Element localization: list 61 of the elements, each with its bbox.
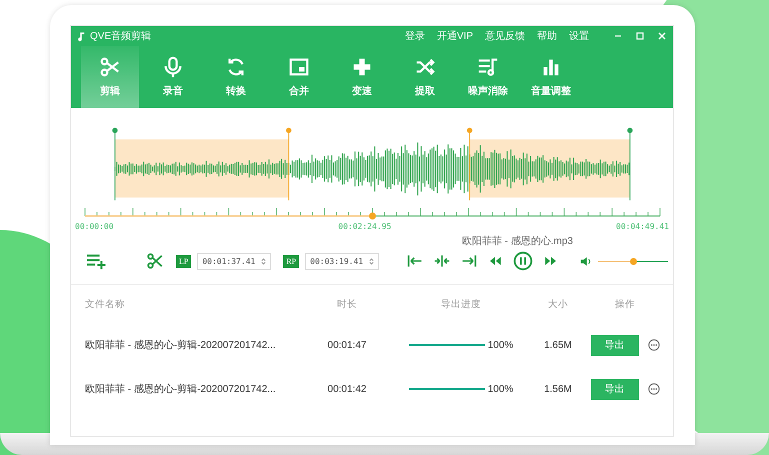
tool-tab[interactable]: 提取 bbox=[396, 46, 454, 108]
menu-link[interactable]: 帮助 bbox=[537, 29, 557, 43]
scissors-icon bbox=[99, 56, 121, 78]
progress-percent: 100% bbox=[488, 384, 514, 394]
time-input[interactable]: 00:03:19.41 bbox=[305, 252, 380, 270]
shuffle-icon bbox=[414, 56, 436, 78]
fast-forward-icon[interactable] bbox=[544, 256, 558, 266]
menu-link[interactable]: 设置 bbox=[569, 29, 589, 43]
rewind-icon[interactable] bbox=[488, 256, 502, 266]
more-options-icon[interactable] bbox=[648, 339, 660, 351]
tool-tab[interactable]: 噪声消除 bbox=[459, 46, 517, 108]
close-icon[interactable] bbox=[657, 31, 667, 41]
tool-tab[interactable]: 剪辑 bbox=[81, 46, 139, 108]
time-label: 00:04:49.41 bbox=[616, 222, 669, 231]
jump-to-start-icon[interactable] bbox=[407, 254, 424, 268]
more-options-icon[interactable] bbox=[648, 383, 660, 395]
column-header: 操作 bbox=[614, 298, 636, 310]
export-button[interactable]: 导出 bbox=[590, 334, 638, 356]
menu-link[interactable]: 登录 bbox=[404, 29, 425, 43]
file-name-cell-text: 欧阳菲菲 - 感恩的心-剪辑-202007201742... bbox=[85, 382, 277, 396]
rp-badge: RP bbox=[283, 254, 300, 268]
time-label: 00:02:24.95 bbox=[338, 222, 392, 231]
menu-link[interactable]: 开通VIP bbox=[436, 29, 473, 43]
duration-cell-text: 00:01:47 bbox=[326, 340, 368, 350]
tool-tab[interactable]: 变速 bbox=[333, 46, 391, 108]
music-note-icon bbox=[77, 30, 85, 42]
column-header: 文件名称 bbox=[85, 298, 126, 310]
jump-to-end-icon[interactable] bbox=[461, 254, 478, 268]
playlist-note-icon bbox=[477, 56, 499, 78]
spinner-icon[interactable] bbox=[261, 256, 266, 266]
tool-tab[interactable]: 音量调整 bbox=[522, 46, 580, 108]
volume-icon[interactable] bbox=[580, 256, 592, 266]
time-input[interactable]: 00:01:37.41 bbox=[197, 252, 272, 270]
export-button[interactable]: 导出 bbox=[590, 378, 638, 400]
file-name-cell-text: 欧阳菲菲 - 感恩的心-剪辑-202007201742... bbox=[85, 338, 277, 352]
maximize-icon[interactable] bbox=[635, 31, 645, 41]
spinner-icon[interactable] bbox=[369, 256, 374, 266]
lp-badge: LP bbox=[176, 254, 192, 268]
picture-in-picture-icon bbox=[288, 56, 310, 78]
column-header: 大小 bbox=[547, 298, 569, 310]
time-label: 00:00:00 bbox=[75, 222, 114, 231]
playhead[interactable] bbox=[369, 212, 376, 220]
progress-percent: 100% bbox=[488, 340, 514, 350]
column-header: 导出进度 bbox=[440, 298, 482, 310]
column-header: 时长 bbox=[336, 298, 358, 310]
tool-tab[interactable]: 录音 bbox=[144, 46, 202, 108]
pause-icon[interactable] bbox=[513, 251, 534, 271]
app-title: QVE音频剪辑 bbox=[90, 30, 152, 43]
size-cell-text: 1.65M bbox=[543, 340, 573, 350]
four-arrows-icon bbox=[351, 56, 373, 78]
tool-tab[interactable]: 合并 bbox=[270, 46, 328, 108]
jump-to-middle-icon[interactable] bbox=[434, 254, 450, 268]
add-to-list-icon[interactable] bbox=[85, 252, 107, 270]
microphone-icon bbox=[162, 56, 184, 78]
file-name: 欧阳菲菲 - 感恩的心.mp3 bbox=[462, 236, 573, 247]
duration-cell-text: 00:01:42 bbox=[326, 384, 368, 394]
menu-link[interactable]: 意见反馈 bbox=[485, 29, 525, 43]
scissors-icon[interactable] bbox=[146, 252, 164, 270]
volume-slider-thumb[interactable] bbox=[630, 258, 638, 264]
size-cell-text: 1.56M bbox=[543, 384, 573, 394]
tool-tab[interactable]: 转换 bbox=[207, 46, 265, 108]
